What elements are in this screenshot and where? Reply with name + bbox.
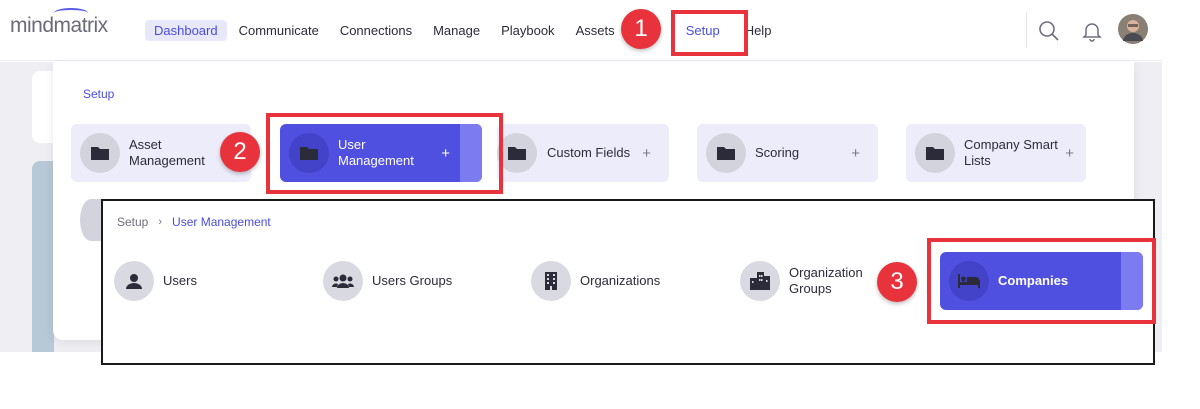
tile-label: Asset Management	[129, 137, 205, 168]
nav-divider	[1026, 12, 1027, 48]
item-organizations[interactable]: Organizations	[531, 261, 660, 301]
avatar[interactable]	[1118, 14, 1148, 44]
step-badge-3: 3	[877, 262, 917, 302]
breadcrumb-setup[interactable]: Setup	[117, 215, 148, 229]
item-label: Organization Groups	[789, 265, 863, 296]
folder-icon	[80, 133, 120, 173]
tile-company-smart-lists[interactable]: Company Smart Lists +	[906, 124, 1086, 182]
logo-arc	[54, 8, 88, 18]
item-users-groups[interactable]: Users Groups	[323, 261, 452, 301]
tile-custom-fields[interactable]: Custom Fields +	[497, 124, 669, 182]
folder-icon	[497, 133, 537, 173]
nav-connections[interactable]: Connections	[331, 20, 421, 41]
folder-icon	[706, 133, 746, 173]
item-label: Organizations	[580, 273, 661, 288]
building-icon	[531, 261, 571, 301]
tile-scoring[interactable]: Scoring +	[697, 124, 878, 182]
tile-label: Custom Fields	[547, 145, 631, 160]
breadcrumb: Setup › User Management	[117, 215, 271, 229]
tile-label: Company Smart Lists	[964, 137, 1058, 168]
buildings-icon	[740, 261, 780, 301]
bell-icon[interactable]	[1081, 20, 1103, 42]
nav-assets[interactable]: Assets	[567, 20, 624, 41]
highlight-box-companies	[927, 238, 1156, 324]
user-icon	[114, 261, 154, 301]
nav-manage[interactable]: Manage	[424, 20, 489, 41]
tile-label: Scoring	[755, 145, 800, 160]
background-image-card	[32, 161, 54, 352]
search-icon[interactable]	[1038, 20, 1060, 42]
item-label: Users Groups	[372, 273, 453, 288]
nav-playbook[interactable]: Playbook	[492, 20, 563, 41]
screen: mindmatrix Dashboard Communicate Connect…	[0, 0, 1200, 409]
expand-plus-icon[interactable]: +	[642, 145, 651, 162]
nav-communicate[interactable]: Communicate	[230, 20, 328, 41]
nav-dashboard[interactable]: Dashboard	[145, 20, 227, 41]
step-badge-1: 1	[621, 9, 661, 49]
item-users[interactable]: Users	[114, 261, 197, 301]
step-badge-2: 2	[220, 132, 260, 172]
partial-tile-icon	[80, 199, 102, 241]
breadcrumb-chevron-icon: ›	[158, 216, 163, 228]
expand-plus-icon[interactable]: +	[1065, 145, 1074, 162]
highlight-box-setup	[671, 10, 748, 56]
users-group-icon	[323, 261, 363, 301]
expand-plus-icon[interactable]: +	[851, 145, 860, 162]
top-navigation-bar: mindmatrix Dashboard Communicate Connect…	[0, 0, 1162, 61]
folder-icon	[915, 133, 955, 173]
breadcrumb-user-management[interactable]: User Management	[172, 215, 271, 229]
item-label: Users	[163, 273, 197, 288]
mindmatrix-logo[interactable]: mindmatrix	[10, 8, 108, 38]
item-organization-groups[interactable]: Organization Groups	[740, 261, 863, 301]
setup-breadcrumb[interactable]: Setup	[83, 87, 114, 101]
highlight-box-user-management	[266, 113, 503, 194]
